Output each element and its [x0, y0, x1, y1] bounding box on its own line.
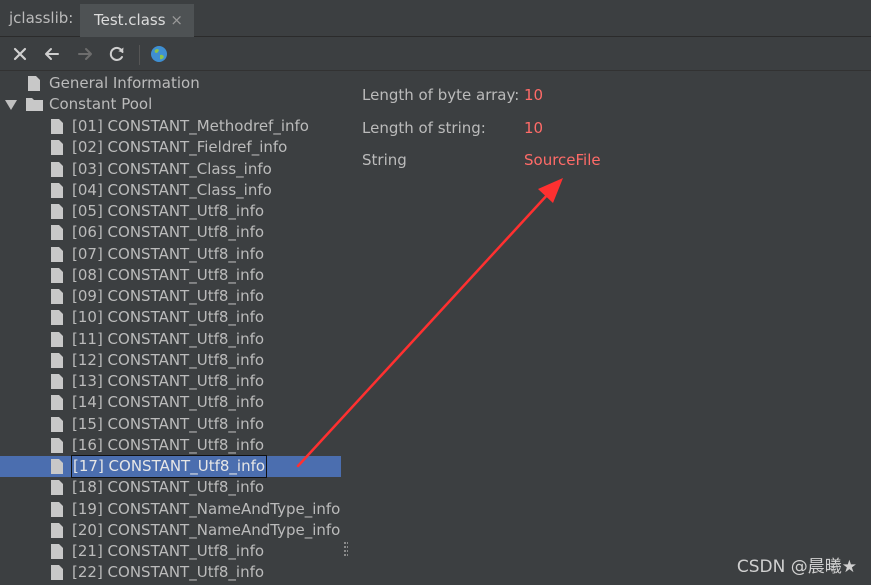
- file-icon: [51, 522, 63, 538]
- tree-item-label: General Information: [49, 74, 200, 92]
- file-icon: [28, 76, 40, 91]
- tree-item-constant-18[interactable]: [18] CONSTANT_Utf8_info: [0, 477, 348, 498]
- forward-arrow-icon[interactable]: [75, 44, 95, 64]
- tree-item-label: [04] CONSTANT_Class_info: [72, 180, 272, 199]
- file-icon: [51, 501, 63, 517]
- file-icon: [51, 352, 63, 368]
- tab-label: Test.class: [94, 11, 166, 29]
- file-icon: [51, 395, 63, 411]
- tree-item-label: [19] CONSTANT_NameAndType_info: [72, 499, 341, 518]
- tree-item-label: [01] CONSTANT_Methodref_info: [72, 117, 309, 135]
- length-of-byte-array-label: Length of byte array:: [362, 86, 520, 104]
- detail-panel: Length of byte array: 10 Length of strin…: [350, 71, 871, 585]
- tree-item-constant-17[interactable]: [17] CONSTANT_Utf8_info: [0, 455, 348, 478]
- file-icon: [51, 267, 63, 283]
- toolbar: [0, 37, 871, 71]
- app-label: jclasslib:: [9, 9, 74, 27]
- file-icon: [51, 119, 63, 134]
- tree-item-label: [15] CONSTANT_Utf8_info: [72, 414, 265, 433]
- tree-item-label: [11] CONSTANT_Utf8_info: [72, 329, 265, 348]
- file-icon: [51, 225, 63, 241]
- tree-item-constant-pool[interactable]: Constant Pool: [0, 94, 348, 115]
- tree-item-label: [18] CONSTANT_Utf8_info: [72, 478, 265, 497]
- file-icon: [51, 310, 63, 326]
- tree-item-constant-02[interactable]: [02] CONSTANT_Fieldref_info: [0, 137, 348, 158]
- tree-item-constant-11[interactable]: [11] CONSTANT_Utf8_info: [0, 329, 348, 350]
- file-icon: [51, 204, 63, 219]
- tree-item-constant-16[interactable]: [16] CONSTANT_Utf8_info: [0, 435, 348, 456]
- tree-item-constant-15[interactable]: [15] CONSTANT_Utf8_info: [0, 414, 348, 435]
- tree-item-constant-19[interactable]: [19] CONSTANT_NameAndType_info: [0, 499, 348, 520]
- tree-item-constant-08[interactable]: [08] CONSTANT_Utf8_info: [0, 265, 348, 286]
- globe-icon[interactable]: [149, 44, 169, 64]
- tree-item-label: [22] CONSTANT_Utf8_info: [72, 563, 265, 582]
- tree-item-constant-03[interactable]: [03] CONSTANT_Class_info: [0, 159, 348, 180]
- tree-item-constant-13[interactable]: [13] CONSTANT_Utf8_info: [0, 371, 348, 392]
- tree-item-label: [13] CONSTANT_Utf8_info: [72, 372, 265, 390]
- file-icon: [51, 544, 63, 559]
- string-value: SourceFile: [524, 151, 601, 169]
- file-icon: [51, 565, 63, 581]
- refresh-icon[interactable]: [107, 44, 127, 64]
- expand-arrow-icon[interactable]: [5, 99, 17, 111]
- tree-item-label: [10] CONSTANT_Utf8_info: [72, 308, 265, 327]
- tree-item-label: [17] CONSTANT_Utf8_info: [70, 455, 268, 478]
- tree-item-constant-01[interactable]: [01] CONSTANT_Methodref_info: [0, 116, 348, 137]
- tree-item-constant-10[interactable]: [10] CONSTANT_Utf8_info: [0, 307, 348, 328]
- tree-item-constant-05[interactable]: [05] CONSTANT_Utf8_info: [0, 201, 348, 222]
- length-of-string-label: Length of string:: [362, 119, 486, 137]
- tree-item-constant-09[interactable]: [09] CONSTANT_Utf8_info: [0, 286, 348, 307]
- back-arrow-icon[interactable]: [42, 44, 62, 64]
- close-icon[interactable]: [10, 44, 30, 64]
- tab-bar: jclasslib: Test.class ×: [0, 0, 871, 37]
- file-icon: [51, 437, 63, 453]
- tree-item-constant-12[interactable]: [12] CONSTANT_Utf8_info: [0, 350, 348, 371]
- tree-item-label: [20] CONSTANT_NameAndType_info: [72, 520, 341, 539]
- file-icon: [51, 161, 63, 177]
- tree-item-constant-06[interactable]: [06] CONSTANT_Utf8_info: [0, 222, 348, 243]
- splitter-grip-icon[interactable]: [344, 542, 348, 558]
- tree-item-constant-20[interactable]: [20] CONSTANT_NameAndType_info: [0, 520, 348, 541]
- tree-item-constant-21[interactable]: [21] CONSTANT_Utf8_info: [0, 541, 348, 562]
- folder-icon: [26, 98, 43, 111]
- toolbar-separator: [139, 45, 140, 65]
- string-label: String: [362, 151, 407, 169]
- tree-item-constant-22[interactable]: [22] CONSTANT_Utf8_info: [0, 562, 348, 583]
- tree-item-label: [03] CONSTANT_Class_info: [72, 159, 272, 178]
- file-icon: [51, 374, 63, 389]
- tab-test-class[interactable]: Test.class ×: [80, 4, 194, 37]
- tree-item-label: Constant Pool: [49, 95, 153, 113]
- tree-item-label: [08] CONSTANT_Utf8_info: [72, 265, 265, 284]
- tree-item-label: [02] CONSTANT_Fieldref_info: [72, 138, 288, 157]
- tree-item-label: [12] CONSTANT_Utf8_info: [72, 350, 265, 369]
- file-icon: [51, 331, 63, 347]
- file-icon: [51, 140, 63, 156]
- file-icon: [51, 182, 63, 198]
- tree-item-label: [16] CONSTANT_Utf8_info: [72, 435, 265, 454]
- tree-item-constant-07[interactable]: [07] CONSTANT_Utf8_info: [0, 244, 348, 265]
- tree-item-label: [21] CONSTANT_Utf8_info: [72, 542, 265, 560]
- tree-item-label: [07] CONSTANT_Utf8_info: [72, 244, 265, 263]
- close-tab-icon[interactable]: ×: [170, 4, 183, 36]
- watermark: CSDN @晨曦★: [736, 557, 857, 577]
- tree-item-label: [09] CONSTANT_Utf8_info: [72, 287, 265, 305]
- file-icon: [51, 459, 63, 474]
- file-icon: [51, 416, 63, 432]
- file-icon: [51, 289, 63, 304]
- length-of-byte-array-value: 10: [524, 86, 544, 104]
- file-icon: [51, 480, 63, 496]
- constant-pool-tree: General Information Constant Pool [01] C…: [0, 71, 348, 585]
- file-icon: [51, 246, 63, 262]
- length-of-string-value: 10: [524, 119, 544, 137]
- tree-item-label: [14] CONSTANT_Utf8_info: [72, 393, 265, 412]
- tree-item-label: [05] CONSTANT_Utf8_info: [72, 202, 265, 220]
- tree-item-constant-14[interactable]: [14] CONSTANT_Utf8_info: [0, 392, 348, 413]
- tree-item-general-information[interactable]: General Information: [0, 73, 348, 94]
- tree-item-constant-04[interactable]: [04] CONSTANT_Class_info: [0, 180, 348, 201]
- tree-item-label: [06] CONSTANT_Utf8_info: [72, 223, 265, 242]
